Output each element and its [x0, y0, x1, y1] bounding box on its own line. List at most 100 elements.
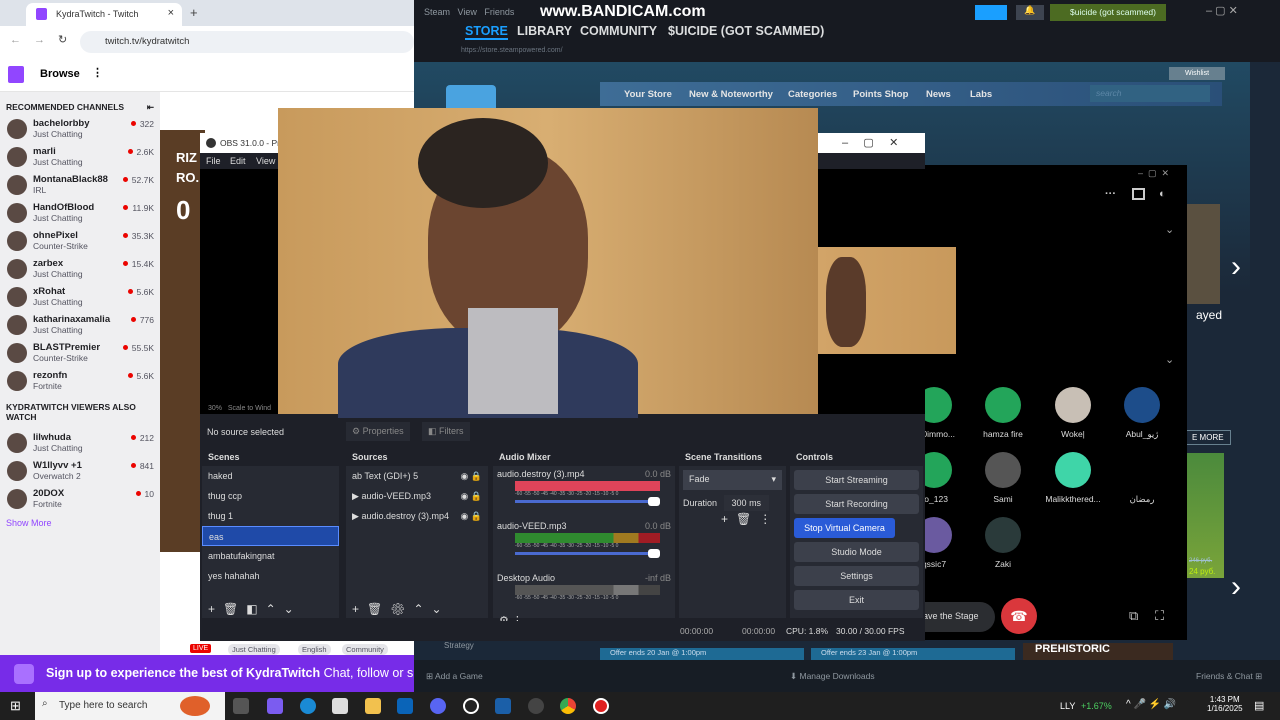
store-nav-item[interactable]: Your Store — [624, 89, 672, 100]
control-button[interactable]: Start Streaming — [794, 470, 919, 490]
duration-input[interactable]: 300 ms — [723, 495, 770, 511]
back-icon[interactable]: ← — [10, 34, 21, 46]
collapse-icon[interactable]: ⇤ — [147, 102, 154, 113]
scene-item[interactable]: haked — [202, 466, 339, 486]
copilot-icon[interactable] — [267, 698, 283, 714]
visibility-lock-icons[interactable]: ◉ 🔒 — [460, 511, 482, 522]
strategy-label[interactable]: Strategy — [444, 641, 474, 650]
control-button[interactable]: Stop Virtual Camera — [794, 518, 895, 538]
channel-item[interactable]: MontanaBlack88 IRL 52.7K — [0, 172, 160, 200]
announcements-button[interactable] — [975, 5, 1007, 20]
nav-profile[interactable]: $UICIDE (GOT SCAMMED) — [668, 24, 824, 38]
channel-item[interactable]: BLASTPremier Counter-Strike 55.5K — [0, 340, 160, 368]
store-icon[interactable] — [332, 698, 348, 714]
notifications-bell-icon[interactable]: 🔔 — [1016, 5, 1044, 20]
notifications-icon[interactable]: ▤ — [1254, 699, 1264, 712]
tray-icons[interactable]: ^ 🎤 ⚡ 🔊 — [1126, 699, 1176, 710]
channel-item[interactable]: 20DOX Fortnite 10 — [0, 486, 160, 514]
stream-tag[interactable]: Community — [342, 644, 388, 655]
activity-icon[interactable]: ◐ — [1159, 188, 1166, 200]
chevron-down-icon[interactable]: ⌄ — [1165, 353, 1174, 366]
menu-file[interactable]: File — [206, 156, 221, 166]
scene-item[interactable]: ambatufakingnat — [202, 546, 339, 566]
store-nav-item[interactable]: New & Noteworthy — [689, 89, 773, 100]
control-button[interactable]: Start Recording — [794, 494, 919, 514]
source-item[interactable]: ▶ audio-VEED.mp3 ◉ 🔒 — [346, 486, 488, 506]
disconnect-call-button[interactable]: ☎ — [1001, 598, 1037, 634]
friends-chat-button[interactable]: Friends & Chat ⊞ — [1196, 671, 1262, 682]
steam-menu[interactable]: Steam — [424, 7, 450, 17]
channel-item[interactable]: zarbex Just Chatting 15.4K — [0, 256, 160, 284]
outlook-icon[interactable] — [397, 698, 413, 714]
chevron-down-icon[interactable]: ⌄ — [1165, 223, 1174, 236]
store-nav-item[interactable]: News — [926, 89, 951, 100]
clock-time[interactable]: 1:43 PM — [1210, 695, 1240, 704]
carousel-next-icon[interactable]: › — [1231, 570, 1241, 604]
show-more-link[interactable]: Show More — [0, 514, 160, 532]
popout-icon[interactable]: ⧉ — [1129, 608, 1138, 624]
channel-item[interactable]: marli Just Chatting 2.6K — [0, 144, 160, 172]
offer-tile[interactable]: Offer ends 20 Jan @ 1:00pm — [600, 648, 804, 660]
transition-select[interactable]: Fade ▾ — [683, 470, 782, 490]
url-input[interactable]: twitch.tv/kydratwitch — [80, 31, 414, 53]
file-explorer-icon[interactable] — [365, 698, 381, 714]
new-tab-button[interactable]: + — [190, 5, 198, 20]
more-icon[interactable]: ⋮ — [92, 66, 103, 79]
nav-community[interactable]: COMMUNITY — [580, 24, 657, 38]
manage-downloads-button[interactable]: ⬇ Manage Downloads — [790, 671, 875, 682]
game-capsule[interactable]: 246 руб. 24 руб. — [1186, 453, 1224, 578]
store-search-input[interactable]: search — [1090, 85, 1210, 102]
source-toolbar-buttons[interactable]: +🗑⚙⌃⌄ — [352, 602, 450, 616]
discord-participant[interactable]: رمضان — [1097, 452, 1187, 505]
offer-tile[interactable]: Offer ends 23 Jan @ 1:00pm — [811, 648, 1015, 660]
more-options-icon[interactable]: ··· — [1105, 188, 1116, 200]
see-more-button[interactable]: E MORE — [1185, 430, 1231, 445]
store-nav-item[interactable]: Points Shop — [853, 89, 908, 100]
properties-button[interactable]: ⚙ Properties — [346, 422, 410, 441]
fullscreen-icon[interactable]: ⛶ — [1155, 608, 1164, 624]
channel-item[interactable]: rezonfn Fortnite 5.6K — [0, 368, 160, 396]
carousel-next-icon[interactable]: › — [1231, 250, 1241, 284]
visibility-lock-icons[interactable]: ◉ 🔒 — [460, 491, 482, 502]
stream-video[interactable]: RIZ RO. 0 — [160, 130, 205, 552]
channel-item[interactable]: ohnePixel Counter-Strike 35.3K — [0, 228, 160, 256]
obs-icon[interactable] — [463, 698, 479, 714]
start-button[interactable]: ⊞ — [10, 698, 21, 714]
store-nav-item[interactable]: Labs — [970, 89, 992, 100]
channel-item[interactable]: xRohat Just Chatting 5.6K — [0, 284, 160, 312]
menu-view[interactable]: View — [256, 156, 275, 166]
scene-item[interactable]: thug ccp — [202, 486, 339, 506]
forward-icon[interactable]: → — [34, 34, 45, 46]
close-tab-icon[interactable]: × — [168, 7, 174, 19]
discord-icon[interactable] — [430, 698, 446, 714]
discord-participant[interactable]: Abul_ژیو — [1097, 387, 1187, 440]
reload-icon[interactable]: ↻ — [58, 33, 67, 46]
obs-active-icon[interactable] — [528, 698, 544, 714]
channel-item[interactable]: lilwhuda Just Chatting 212 — [0, 430, 160, 458]
stream-tag[interactable]: Just Chatting — [228, 644, 280, 655]
transition-buttons[interactable]: +🗑⋮ — [679, 512, 786, 526]
channel-item[interactable]: katharinaxamalia Just Chatting 776 — [0, 312, 160, 340]
add-game-button[interactable]: ⊞ Add a Game — [426, 671, 483, 682]
friends-menu[interactable]: Friends — [484, 7, 514, 17]
visibility-lock-icons[interactable]: ◉ 🔒 — [460, 471, 482, 482]
source-item[interactable]: ab Text (GDI+) 5 ◉ 🔒 — [346, 466, 488, 486]
source-item[interactable]: ▶ audio.destroy (3).mp4 ◉ 🔒 — [346, 506, 488, 526]
signup-banner[interactable]: Sign up to experience the best of KydraT… — [0, 655, 414, 692]
channel-item[interactable]: bachelorbby Just Chatting 322 — [0, 116, 160, 144]
account-menu[interactable]: $uicide (got scammed) — [1050, 4, 1166, 21]
scene-item[interactable]: thug 1 — [202, 506, 339, 526]
wishlist-button[interactable]: Wishlist — [1169, 67, 1225, 80]
scale-mode[interactable]: Scale to Wind — [228, 405, 271, 412]
scene-item[interactable]: eas — [202, 526, 339, 546]
twitch-logo-icon[interactable] — [8, 66, 24, 83]
clock-date[interactable]: 1/16/2025 — [1207, 704, 1243, 713]
stream-tag[interactable]: English — [298, 644, 331, 655]
browse-link[interactable]: Browse — [40, 68, 80, 80]
browser-tab[interactable]: KydraTwitch - Twitch × — [26, 3, 182, 26]
stock-ticker[interactable]: LLY — [1060, 701, 1075, 711]
window-controls[interactable]: – ▢ ✕ — [842, 136, 898, 149]
chrome-icon[interactable] — [560, 698, 576, 714]
control-button[interactable]: Studio Mode — [794, 542, 919, 562]
control-button[interactable]: Exit — [794, 590, 919, 610]
